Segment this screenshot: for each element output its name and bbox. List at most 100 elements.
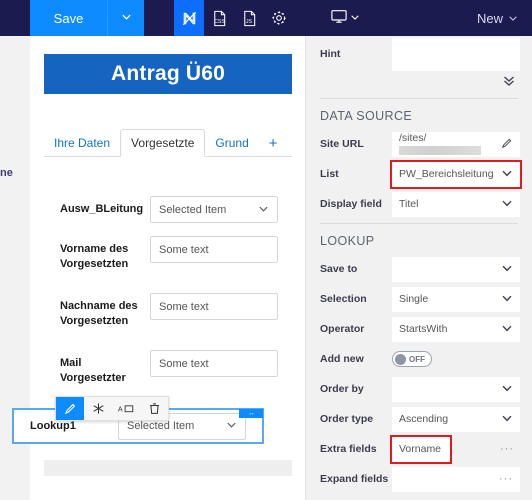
- expand-more-button[interactable]: [306, 72, 532, 94]
- chevron-down-icon: [501, 262, 513, 277]
- js-file-icon: JS: [241, 10, 258, 27]
- chevron-down-icon: [501, 167, 513, 182]
- property-row-hint: Hint: [306, 36, 532, 72]
- save-button[interactable]: Save: [30, 0, 108, 36]
- extra-fields-value: Vorname: [399, 443, 442, 455]
- save-dropdown-button[interactable]: [108, 0, 144, 36]
- form-field-value: Some text: [159, 357, 209, 370]
- save-to-select[interactable]: [392, 256, 520, 282]
- element-mini-toolbar: A: [55, 396, 169, 421]
- chevron-down-icon: [501, 322, 513, 337]
- nocode-toggle-button[interactable]: [174, 0, 204, 36]
- property-label: Hint: [320, 48, 341, 60]
- form-field-text-input[interactable]: Some text: [150, 350, 278, 377]
- display-field-select[interactable]: Titel: [392, 191, 520, 217]
- sparkle-icon[interactable]: [84, 397, 112, 420]
- gear-icon: [271, 10, 287, 26]
- form-field-label: Mail Vorgesetzter: [60, 357, 126, 384]
- chevron-down-icon: [508, 11, 518, 26]
- operator-value: StartsWith: [399, 323, 448, 335]
- site-url-input[interactable]: /sites/: [392, 131, 520, 157]
- properties-panel: Hint DATA SOURCE Site URL /sites/ List P…: [305, 36, 532, 500]
- new-menu-button[interactable]: New: [477, 0, 532, 36]
- add-new-toggle-wrap: OFF: [392, 351, 520, 367]
- settings-button[interactable]: [264, 0, 294, 36]
- resize-handle-icon[interactable]: ↔: [239, 409, 263, 418]
- pencil-icon[interactable]: [56, 397, 84, 420]
- app-root: Save CSS JS New ne Antrag Ü60 Ihre Daten…: [0, 0, 532, 500]
- property-label: Save to: [320, 263, 358, 275]
- order-type-select[interactable]: Ascending: [392, 406, 520, 432]
- svg-text:JS: JS: [246, 19, 253, 25]
- toggle-state-label: OFF: [409, 354, 425, 364]
- property-row-save-to: Save to: [306, 254, 532, 284]
- property-row-order-type: Order type Ascending: [306, 404, 532, 434]
- property-row-order-by: Order by: [306, 374, 532, 404]
- double-chevron-down-icon: [502, 74, 516, 92]
- selected-field-value: Selected Item: [127, 420, 195, 432]
- form-field-value: Some text: [159, 300, 209, 313]
- chevron-down-icon: [501, 382, 513, 397]
- extra-fields-input[interactable]: Vorname: [390, 434, 452, 464]
- expand-fields-more-icon[interactable]: ···: [499, 473, 513, 485]
- list-value: PW_Bereichsleitung: [399, 168, 494, 180]
- property-label: Add new: [320, 353, 364, 365]
- form-field-text-input[interactable]: Some text: [150, 293, 278, 320]
- tab-ihre-daten[interactable]: Ihre Daten: [44, 130, 120, 156]
- order-by-select[interactable]: [392, 376, 520, 402]
- tab-vorgesetzte[interactable]: Vorgesetzte: [120, 129, 206, 157]
- form-field-label: Ausw_BLeitung: [60, 203, 144, 215]
- chevron-down-icon: [501, 412, 513, 427]
- property-label: Display field: [320, 198, 382, 210]
- form-field-text-input[interactable]: Some text: [150, 236, 278, 263]
- selection-select[interactable]: Single: [392, 286, 520, 312]
- form-field-value: Selected Item: [159, 203, 227, 216]
- tab-add-button[interactable]: +: [259, 131, 288, 156]
- css-editor-button[interactable]: CSS: [204, 0, 234, 36]
- property-row-selection: Selection Single: [306, 284, 532, 314]
- form-field-nachname: Nachname des Vorgesetzten Some text: [44, 293, 292, 329]
- js-editor-button[interactable]: JS: [234, 0, 264, 36]
- form-canvas: ne Antrag Ü60 Ihre Daten Vorgesetzte Gru…: [0, 36, 305, 500]
- property-label: Selection: [320, 293, 367, 305]
- operator-select[interactable]: StartsWith: [392, 316, 520, 342]
- property-label: List: [320, 168, 339, 180]
- display-field-value: Titel: [399, 198, 419, 210]
- form-field-label: Nachname des Vorgesetzten: [60, 300, 138, 327]
- monitor-icon: [330, 8, 348, 29]
- chevron-down-icon: [350, 9, 360, 27]
- form-field-ausw-bleitung: Ausw_BLeitung Selected Item: [44, 196, 292, 223]
- label-icon[interactable]: A: [112, 397, 140, 420]
- property-row-expand-fields: Expand fields ···: [306, 464, 532, 494]
- form-field-value: Some text: [159, 243, 209, 256]
- property-row-display-field: Display field Titel: [306, 189, 532, 219]
- form-field-label: Vorname des Vorgesetzten: [60, 243, 129, 270]
- pencil-icon[interactable]: [501, 137, 513, 152]
- hint-input[interactable]: [392, 37, 520, 71]
- property-row-list: List PW_Bereichsleitung: [306, 159, 532, 189]
- trash-icon[interactable]: [140, 397, 168, 420]
- property-label: Site URL: [320, 138, 364, 150]
- toolbar-gap-2: [294, 0, 324, 36]
- form-field-vorname: Vorname des Vorgesetzten Some text: [44, 236, 292, 272]
- property-row-add-new: Add new OFF: [306, 344, 532, 374]
- form-bottom-strip: [44, 460, 292, 476]
- property-label: Extra fields: [320, 443, 377, 455]
- form-tab-bar: Ihre Daten Vorgesetzte Grund +: [44, 128, 292, 157]
- no-code-icon: [181, 10, 198, 27]
- list-select[interactable]: PW_Bereichsleitung: [390, 159, 522, 189]
- property-label: Operator: [320, 323, 365, 335]
- svg-text:A: A: [118, 404, 123, 413]
- section-header-lookup: LOOKUP: [320, 234, 375, 248]
- form-field-select[interactable]: Selected Item: [150, 196, 278, 223]
- tab-grund[interactable]: Grund: [205, 130, 258, 156]
- chevron-down-icon: [121, 9, 132, 27]
- extra-fields-more-icon[interactable]: ···: [500, 443, 514, 455]
- preview-device-button[interactable]: [324, 0, 366, 36]
- toolbar-left-padding: [0, 0, 30, 36]
- property-label: Expand fields: [320, 473, 389, 485]
- chevron-down-icon: [501, 197, 513, 212]
- redacted-block: [399, 145, 481, 155]
- expand-fields-input[interactable]: ···: [392, 466, 520, 492]
- add-new-toggle[interactable]: OFF: [392, 351, 432, 367]
